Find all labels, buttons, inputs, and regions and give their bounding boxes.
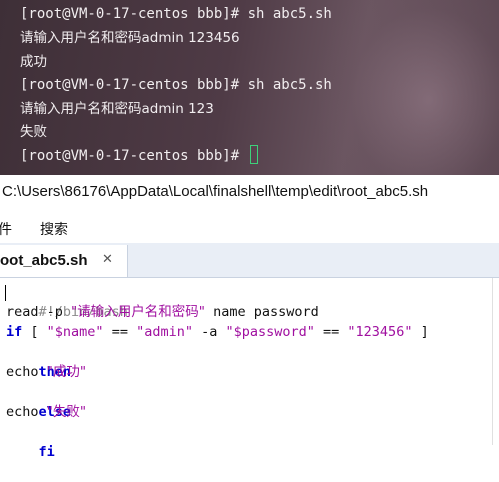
terminal-line: 请输入用户名和密码admin 123 [20,101,214,117]
code-line-6: else [6,382,72,420]
code-string: "请输入用户名和密码" [71,304,205,320]
editor-title-bar: C:\Users\86176\AppData\Local\finalshell\… [0,176,499,210]
terminal-line: 成功 [20,54,47,70]
code-text: == [314,324,348,340]
code-string: "admin" [136,324,193,340]
tab-root-abc5[interactable]: oot_abc5.sh ✕ [0,245,128,277]
terminal-background-decoration [319,0,499,175]
code-line-1: #!/bin/bash [6,282,128,320]
code-string: "成功" [46,364,87,380]
code-text: ] [412,324,429,340]
code-text: == [103,324,137,340]
code-string: "失败" [46,404,87,420]
code-text: [ [22,324,47,340]
code-keyword: fi [38,444,55,460]
code-line-4: then [6,342,72,380]
code-line-3: if [ "$name" == "admin" -a "$password" =… [6,322,429,342]
menu-search[interactable]: 搜索 [40,219,68,239]
code-line-7: echo "失败" [6,402,86,422]
terminal-prompt: [root@VM-0-17-centos bbb]# [20,148,248,164]
menu-bar: 件 搜索 [0,211,499,243]
code-keyword: if [6,324,23,340]
code-line-5: echo "成功" [6,362,86,382]
tab-label: oot_abc5.sh [0,252,88,269]
terminal-cursor [249,145,258,164]
code-string: "$password" [225,324,315,340]
tab-bar: oot_abc5.sh ✕ [0,243,499,278]
terminal-line: [root@VM-0-17-centos bbb]# sh abc5.sh [20,6,332,22]
file-path: C:\Users\86176\AppData\Local\finalshell\… [2,183,429,200]
terminal-line: [root@VM-0-17-centos bbb]# sh abc5.sh [20,77,332,93]
code-text: read -p [6,304,72,320]
terminal-line: 请输入用户名和密码admin 123456 [20,30,240,46]
terminal-line: 失败 [20,124,47,140]
code-text: -a [192,324,226,340]
code-string: "123456" [347,324,413,340]
terminal-panel[interactable]: [root@VM-0-17-centos bbb]# sh abc5.sh 请输… [0,0,499,175]
code-editor[interactable]: #!/bin/bash read -p "请输入用户名和密码" name pas… [0,278,499,460]
code-text: name password [204,304,319,320]
terminal-prompt-line[interactable]: [root@VM-0-17-centos bbb]# [20,145,258,167]
code-line-2: read -p "请输入用户名和密码" name password [6,302,319,322]
editor-margin-line [492,278,493,445]
menu-file[interactable]: 件 [0,219,12,239]
code-text: echo [6,404,47,420]
code-string: "$name" [46,324,104,340]
code-line-8: fi [6,422,55,460]
close-icon[interactable]: ✕ [102,252,113,267]
code-text: echo [6,364,47,380]
